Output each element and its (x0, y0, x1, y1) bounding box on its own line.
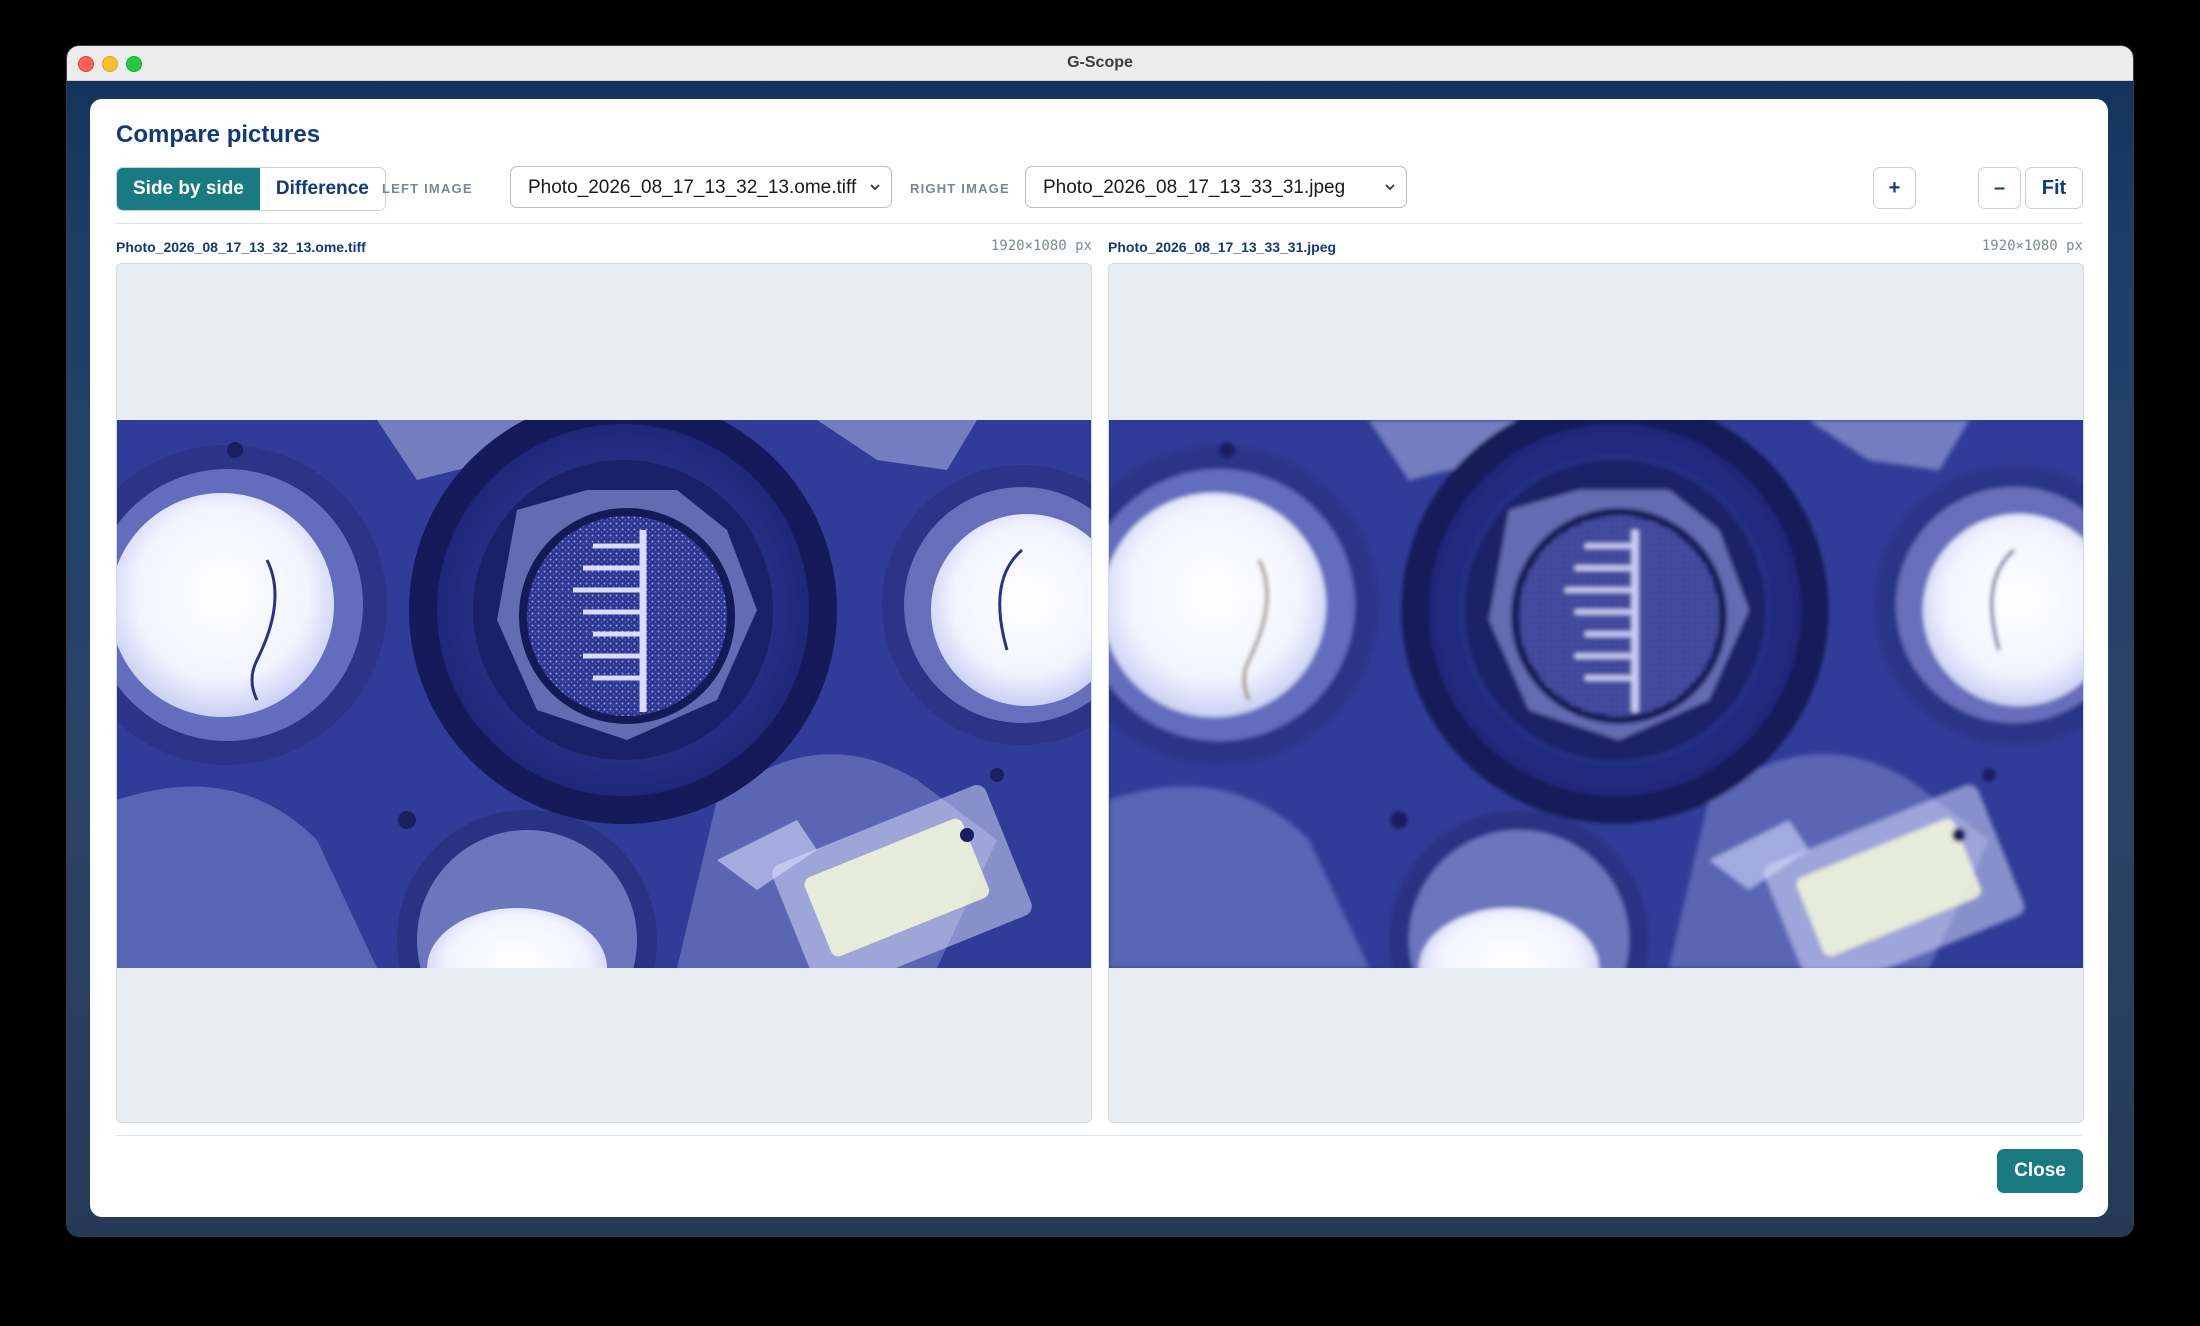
right-image-select-value: Photo_2026_08_17_13_33_31.jpeg (1043, 177, 1346, 198)
right-pane-filename: Photo_2026_08_17_13_33_31.jpeg (1108, 239, 1337, 255)
close-button[interactable]: Close (1997, 1149, 2083, 1193)
toolbar-divider (116, 223, 2082, 224)
title-bar: G-Scope (67, 46, 2133, 81)
chevron-down-icon (870, 184, 880, 191)
left-pane-dimensions: 1920×1080 px (990, 238, 1092, 254)
fit-button[interactable]: Fit (2025, 167, 2083, 209)
left-microscope-photo (117, 420, 1091, 968)
zoom-out-button[interactable]: – (1978, 167, 2021, 209)
side-by-side-button[interactable]: Side by side (117, 168, 260, 210)
view-mode-toggle: Side by side Difference (116, 167, 386, 211)
app-window: G-Scope Compare pictures Side by side Di… (67, 46, 2133, 1236)
right-image-label: RIGHT IMAGE (910, 181, 1010, 196)
left-image-select-value: Photo_2026_08_17_13_32_13.ome.tiff (528, 177, 857, 198)
left-pane-filename: Photo_2026_08_17_13_32_13.ome.tiff (116, 239, 366, 255)
right-pane-dimensions: 1920×1080 px (1981, 238, 2083, 254)
left-image-select[interactable]: Photo_2026_08_17_13_32_13.ome.tiff (510, 166, 892, 208)
difference-button[interactable]: Difference (259, 168, 385, 210)
zoom-in-button[interactable]: + (1873, 167, 1916, 209)
compare-dialog: Compare pictures Side by side Difference… (90, 99, 2108, 1217)
footer-divider (116, 1135, 2082, 1136)
right-microscope-photo (1109, 420, 2083, 968)
dialog-title: Compare pictures (116, 121, 321, 148)
right-image-pane[interactable] (1108, 263, 2084, 1123)
right-image-select[interactable]: Photo_2026_08_17_13_33_31.jpeg (1025, 166, 1407, 208)
left-image-label: LEFT IMAGE (382, 181, 473, 196)
left-image-pane[interactable] (116, 263, 1092, 1123)
chevron-down-icon (1385, 184, 1395, 191)
window-title: G-Scope (1067, 54, 1133, 71)
